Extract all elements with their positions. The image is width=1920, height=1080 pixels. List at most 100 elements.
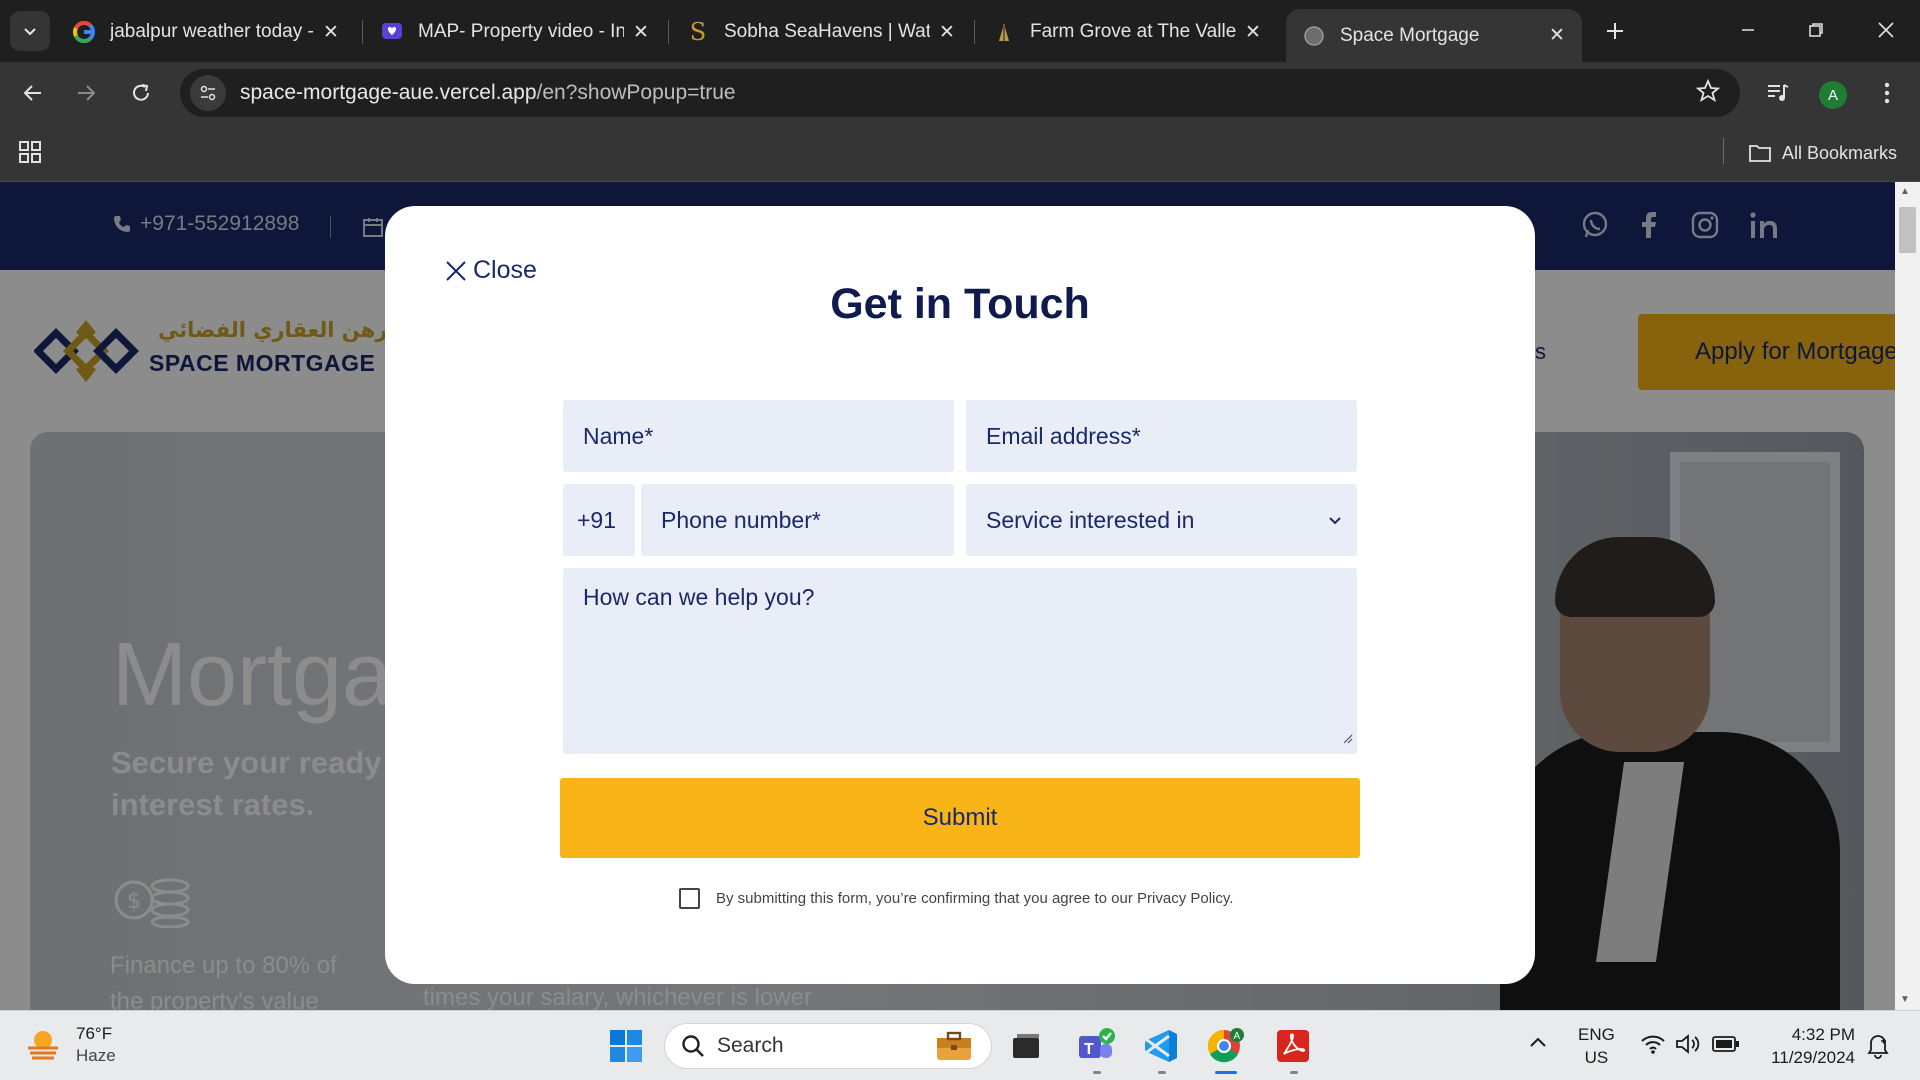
system-clock[interactable]: 4:32 PM 11/29/2024 [1760, 1023, 1855, 1069]
vscode-running-indicator [1158, 1071, 1166, 1074]
input-language[interactable]: ENG US [1578, 1023, 1615, 1069]
minimize-button[interactable] [1714, 0, 1782, 60]
tab-sobha-seahavens[interactable]: S Sobha SeaHavens | Water ✕ [670, 9, 972, 55]
browser-tab-bar: jabalpur weather today - ✕ MAP- Property… [0, 0, 1920, 62]
close-window-button[interactable] [1852, 0, 1920, 60]
country-code-value: +91 [577, 506, 617, 533]
resize-handle-icon[interactable] [1341, 723, 1353, 750]
svg-text:A: A [1234, 1031, 1241, 1042]
tab-title: jabalpur weather today - [110, 21, 314, 42]
heart-chat-icon [380, 20, 404, 44]
close-icon [446, 260, 466, 281]
clock-date: 11/29/2024 [1771, 1048, 1855, 1067]
chevron-down-icon [24, 28, 36, 36]
chevron-down-icon [1329, 517, 1341, 525]
tab-search-button[interactable] [10, 11, 50, 51]
scroll-down-arrow-icon[interactable]: ▼ [1900, 994, 1910, 1005]
task-view-icon[interactable] [1005, 1025, 1047, 1067]
region-code: US [1584, 1048, 1609, 1067]
tab-farm-grove[interactable]: Farm Grove at The Valley ✕ [976, 9, 1278, 55]
battery-icon[interactable] [1712, 1035, 1740, 1058]
modal-title: Get in Touch [830, 280, 1090, 328]
site-info-icon[interactable] [190, 75, 226, 111]
close-tab-icon[interactable]: ✕ [1540, 19, 1574, 53]
phone-input[interactable]: Phone number* [641, 484, 954, 556]
reload-button[interactable] [120, 72, 162, 114]
close-tab-icon[interactable]: ✕ [1236, 15, 1270, 49]
url-host: space-mortgage-aue.vercel.app [240, 81, 537, 104]
svg-text:T: T [1084, 1041, 1094, 1058]
address-bar[interactable]: space-mortgage-aue.vercel.app/en?showPop… [180, 69, 1740, 117]
url-text: space-mortgage-aue.vercel.app/en?showPop… [240, 81, 736, 105]
close-tab-icon[interactable]: ✕ [314, 15, 348, 49]
scrollbar-thumb[interactable] [1899, 207, 1916, 253]
acrobat-icon[interactable] [1272, 1025, 1314, 1067]
windows-taskbar: 76°F Haze Search T A ENG US 4:32 PM 11/2… [0, 1010, 1920, 1080]
clock-time: 4:32 PM [1791, 1025, 1855, 1044]
browser-toolbar: space-mortgage-aue.vercel.app/en?showPop… [0, 62, 1920, 124]
name-placeholder: Name* [583, 422, 654, 449]
submit-button[interactable]: Submit [560, 778, 1360, 858]
haze-sun-icon [28, 1031, 58, 1060]
country-code-select[interactable]: +91 [563, 484, 635, 556]
wifi-icon[interactable] [1640, 1033, 1666, 1060]
arrow-right-icon [78, 85, 96, 101]
media-control-icon[interactable] [1760, 75, 1796, 111]
volume-icon[interactable] [1675, 1033, 1701, 1060]
bookmarks-separator [1723, 138, 1724, 164]
sobha-s-icon: S [689, 18, 707, 46]
taskbar-search[interactable]: Search [664, 1023, 992, 1069]
weather-widget[interactable]: 76°F Haze [24, 1023, 116, 1067]
tab-title: Space Mortgage [1340, 24, 1480, 46]
bookmarks-bar: All Bookmarks [0, 124, 1920, 182]
profile-avatar[interactable]: A [1819, 81, 1847, 109]
tab-title: Sobha SeaHavens | Water [724, 21, 930, 42]
chevron-up-icon[interactable] [1528, 1035, 1548, 1054]
phone-placeholder: Phone number* [661, 506, 821, 533]
arrow-left-icon [23, 85, 41, 101]
back-button[interactable] [12, 72, 54, 114]
tab-space-mortgage[interactable]: Space Mortgage ✕ [1286, 9, 1582, 62]
farm-grove-icon [992, 20, 1016, 44]
name-input[interactable]: Name* [563, 400, 954, 472]
folder-icon [1749, 145, 1771, 162]
chrome-icon[interactable]: A [1205, 1025, 1247, 1067]
chrome-active-indicator [1215, 1071, 1237, 1074]
tab-separator [668, 20, 669, 44]
globe-icon [1302, 24, 1326, 48]
tab-map-property-video[interactable]: MAP- Property video - In ✕ [364, 9, 666, 55]
search-label: Search [717, 1034, 784, 1057]
page-scrollbar[interactable] [1895, 182, 1920, 1010]
windows-start-icon[interactable] [605, 1025, 647, 1067]
scroll-up-arrow-icon[interactable]: ▲ [1900, 186, 1910, 197]
message-textarea[interactable]: How can we help you? [563, 568, 1357, 754]
tab-title: MAP- Property video - In [418, 21, 624, 42]
consent-checkbox[interactable] [679, 888, 700, 909]
vscode-icon[interactable] [1140, 1025, 1182, 1067]
all-bookmarks-button[interactable]: All Bookmarks [1748, 138, 1897, 168]
new-tab-button[interactable] [1595, 11, 1635, 51]
acrobat-running-indicator [1290, 1071, 1298, 1074]
close-tab-icon[interactable]: ✕ [930, 15, 964, 49]
url-path: /en?showPopup=true [536, 81, 736, 104]
search-icon [682, 1035, 704, 1057]
teams-icon[interactable]: T [1075, 1025, 1117, 1067]
restore-button[interactable] [1782, 0, 1850, 60]
tab-jabalpur-weather[interactable]: jabalpur weather today - ✕ [56, 9, 356, 55]
forward-button[interactable] [65, 72, 107, 114]
email-input[interactable]: Email address* [966, 400, 1357, 472]
language-code: ENG [1578, 1025, 1615, 1044]
close-icon [1878, 22, 1894, 38]
browser-menu-icon[interactable] [1869, 75, 1905, 111]
all-bookmarks-label: All Bookmarks [1782, 142, 1898, 163]
briefcase-icon [937, 1031, 971, 1060]
google-icon [72, 20, 96, 44]
email-placeholder: Email address* [986, 422, 1141, 449]
apps-grid-icon[interactable] [18, 140, 42, 169]
tab-title: Farm Grove at The Valley [1030, 21, 1236, 42]
privacy-consent: By submitting this form, you’re confirmi… [679, 888, 1233, 909]
service-select[interactable]: Service interested in [966, 484, 1357, 556]
close-tab-icon[interactable]: ✕ [624, 15, 658, 49]
bookmark-star-icon[interactable] [1695, 78, 1721, 108]
notifications-icon[interactable] [1866, 1033, 1890, 1064]
